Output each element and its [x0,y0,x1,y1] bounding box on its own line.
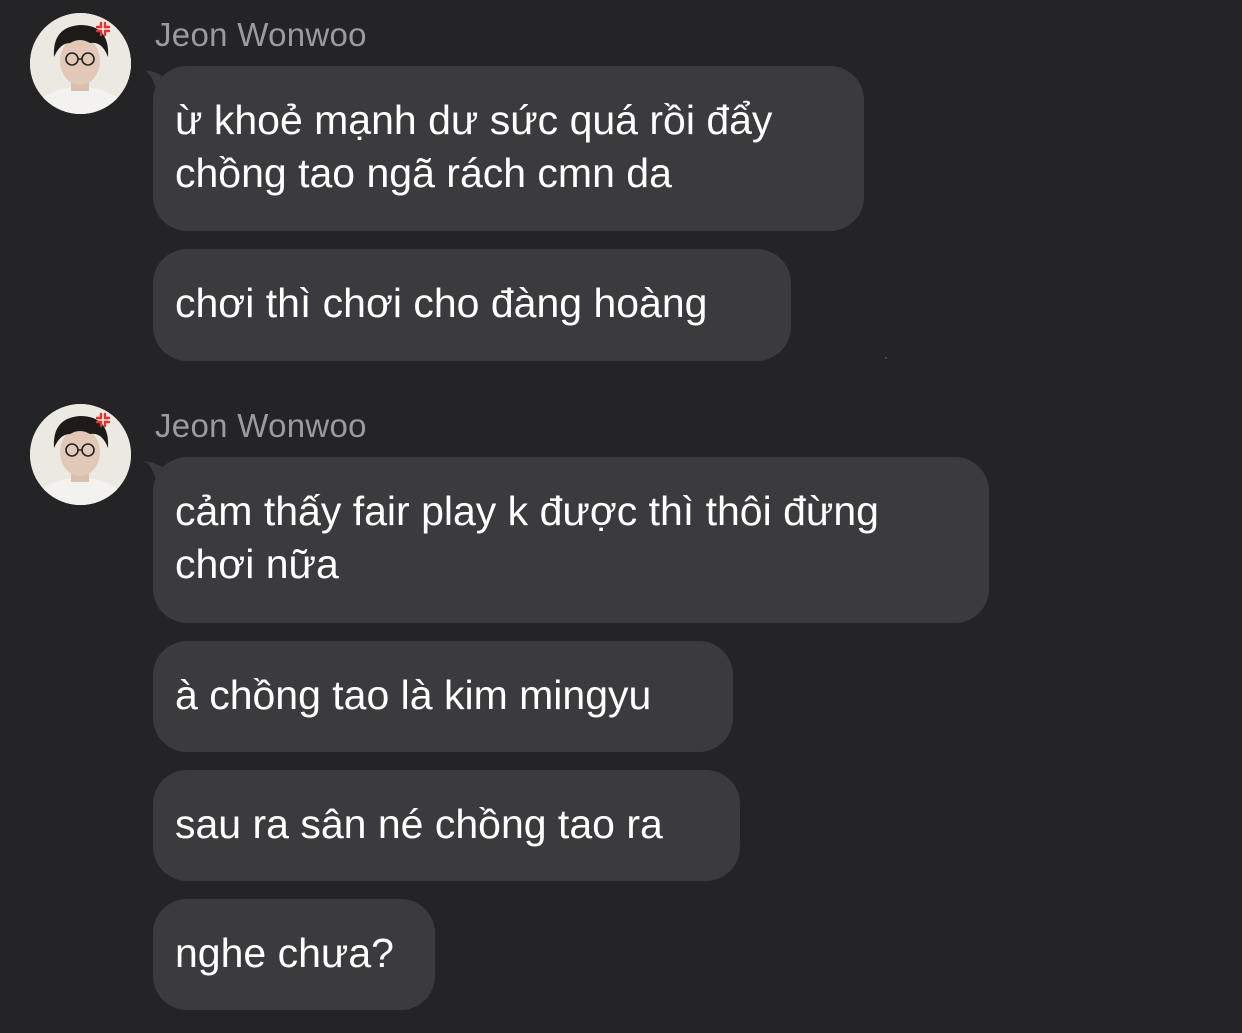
message-text: chơi thì chơi cho đàng hoàng [175,280,708,326]
avatar-photo-icon [30,404,131,505]
sender-name: Jeon Wonwoo [155,407,367,444]
message-text: ừ khoẻ mạnh dư sức quá rồi đẩy [175,97,773,143]
message-text: cảm thấy fair play k được thì thôi đừng [175,488,879,534]
message-text: chơi nữa [175,541,339,587]
message-bubble[interactable]: ừ khoẻ mạnh dư sức quá rồi đẩy chồng tao… [153,66,864,231]
avatar[interactable] [30,404,131,505]
avatar[interactable] [30,13,131,114]
message-bubble[interactable]: sau ra sân né chồng tao ra [153,770,740,881]
message-bubble[interactable]: chơi thì chơi cho đàng hoàng [153,249,791,361]
sender-name: Jeon Wonwoo [155,16,367,53]
message-text: nghe chưa? [175,930,394,976]
message-text: sau ra sân né chồng tao ra [175,801,663,847]
message-bubble[interactable]: à chồng tao là kim mingyu [153,641,733,752]
message-text: à chồng tao là kim mingyu [175,672,652,718]
divider-dot [885,357,887,359]
message-bubble[interactable]: cảm thấy fair play k được thì thôi đừng … [153,457,989,623]
message-text: chồng tao ngã rách cmn da [175,150,672,196]
message-bubble[interactable]: nghe chưa? [153,899,435,1010]
avatar-photo-icon [30,13,131,114]
